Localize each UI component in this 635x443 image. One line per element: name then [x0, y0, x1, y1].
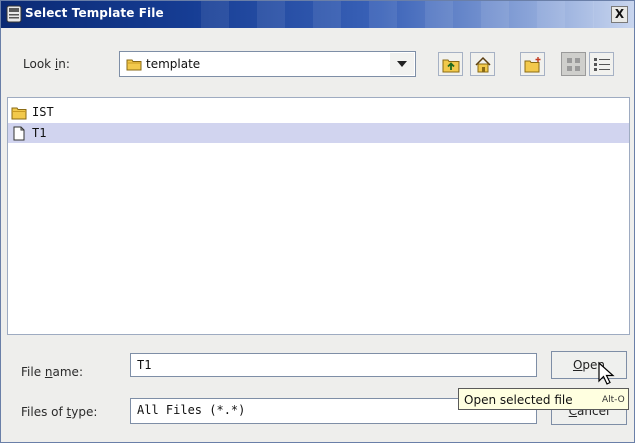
files-of-type-value: All Files (*.*) [137, 403, 246, 417]
look-in-label: Look in: [23, 57, 70, 71]
files-of-type-label: Files of type: [21, 405, 98, 419]
folder-up-icon [442, 59, 460, 73]
select-template-file-dialog: Select Template File X Look in: template [0, 0, 635, 443]
app-icon [6, 5, 22, 23]
file-icon [13, 126, 25, 141]
create-new-folder-button[interactable] [520, 52, 545, 76]
window-title: Select Template File [25, 6, 164, 20]
new-folder-icon [524, 57, 541, 73]
list-item[interactable]: IST [8, 102, 629, 122]
folder-icon [11, 107, 27, 120]
up-one-level-button[interactable] [438, 52, 463, 76]
title-bar[interactable]: Select Template File X [1, 1, 634, 28]
details-view-button[interactable] [589, 52, 614, 76]
file-name-label: File name: [21, 365, 83, 379]
tooltip-shortcut: Alt-O [602, 395, 625, 405]
open-tooltip: Open selected file Alt-O [458, 388, 629, 410]
file-list[interactable]: IST T1 [7, 97, 630, 335]
details-view-icon [594, 58, 610, 71]
file-name: T1 [32, 126, 47, 140]
look-in-combo[interactable]: template [119, 51, 416, 77]
mouse-pointer-icon [598, 361, 615, 385]
file-name-field[interactable]: T1 [130, 353, 537, 377]
home-icon [475, 56, 491, 73]
look-in-value: template [146, 57, 201, 71]
list-view-button[interactable] [561, 52, 586, 76]
folder-icon [126, 59, 142, 71]
chevron-down-icon[interactable] [390, 53, 414, 75]
close-button[interactable]: X [611, 6, 628, 23]
home-button[interactable] [470, 52, 495, 76]
title-bar-decoration [201, 1, 594, 28]
tooltip-text: Open selected file [464, 393, 573, 407]
file-name: IST [32, 105, 54, 119]
list-item-selected[interactable]: T1 [8, 123, 629, 143]
list-view-icon [567, 58, 580, 71]
file-name-value: T1 [137, 358, 152, 372]
